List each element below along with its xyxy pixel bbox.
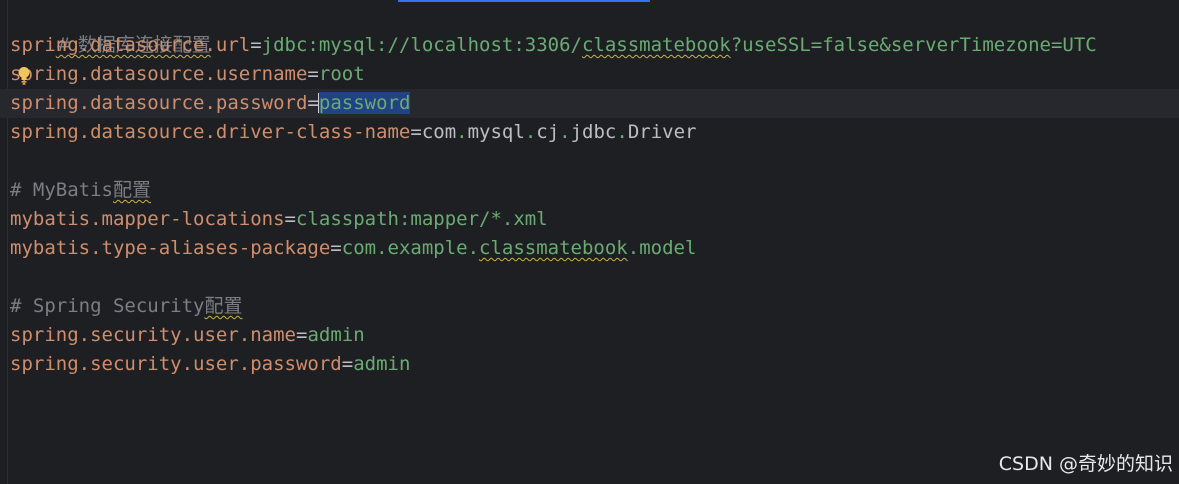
comment-text: # Spring Security <box>10 295 205 317</box>
code-line-7[interactable]: # MyBatis配置 <box>10 176 151 205</box>
equals-sign: = <box>250 34 262 56</box>
comment-cjk: 配置 <box>204 295 243 317</box>
value-segment: com <box>421 121 457 143</box>
code-line-4-current[interactable]: spring.datasource.password=password <box>0 89 1179 118</box>
watermark-text: CSDN @奇妙的知识 <box>998 453 1173 475</box>
value-dot: . <box>456 121 468 143</box>
property-key: spring.security.user.name <box>10 324 296 346</box>
value-segment: Driver <box>627 121 697 143</box>
value-segment: mysql <box>467 121 525 143</box>
equals-sign: = <box>330 237 342 259</box>
code-line-3[interactable]: spring.datasource.username=root <box>10 60 365 89</box>
comment-cjk: 配置 <box>112 179 151 201</box>
property-key: spring.datasource.driver-class-name <box>10 121 411 143</box>
code-line-11[interactable]: # Spring Security配置 <box>10 292 242 321</box>
code-line-12[interactable]: spring.security.user.name=admin <box>10 321 365 350</box>
property-value: admin <box>353 353 411 375</box>
property-value: admin <box>307 324 365 346</box>
code-line-1[interactable]: # 数据库连接配置 <box>10 2 211 56</box>
value-segment: jdbc <box>570 121 617 143</box>
value-segment: cj <box>536 121 560 143</box>
value-dot: . <box>524 121 537 143</box>
equals-sign: = <box>295 324 308 346</box>
selected-value[interactable]: password <box>318 92 411 114</box>
code-line-13[interactable]: spring.security.user.password=admin <box>10 350 410 379</box>
property-value: jdbc:mysql://localhost:3306/ <box>261 34 582 56</box>
equals-sign: = <box>410 121 422 143</box>
property-key: mybatis.type-aliases-package <box>10 237 331 259</box>
value-dot: . <box>559 121 571 143</box>
typo-word: classmatebook <box>581 34 731 56</box>
value-dot: . <box>616 121 628 143</box>
typo-word: classmatebook <box>479 237 628 259</box>
property-key: spring.datasource.username <box>10 63 308 85</box>
property-key: spring.security.user.password <box>10 353 342 375</box>
equals-sign: = <box>341 353 354 375</box>
property-value: .model <box>627 237 697 259</box>
comment-text: # MyBatis <box>10 179 113 201</box>
code-line-5[interactable]: spring.datasource.driver-class-name=com.… <box>10 118 696 147</box>
property-key: spring.datasource.url <box>10 34 251 56</box>
lightbulb-icon[interactable] <box>17 66 31 86</box>
property-value: ?useSSL=false&serverTimezone=UTC <box>730 34 1097 56</box>
property-value: classpath:mapper/*.xml <box>296 208 548 230</box>
gutter-divider <box>7 0 8 484</box>
property-value: com.example. <box>341 237 480 259</box>
code-editor[interactable]: # 数据库连接配置 spring.datasource.url=jdbc:mys… <box>0 0 1179 484</box>
code-line-2[interactable]: spring.datasource.url=jdbc:mysql://local… <box>10 31 1097 60</box>
property-key: spring.datasource.password <box>10 92 308 114</box>
equals-sign: = <box>307 63 319 85</box>
equals-sign: = <box>284 208 296 230</box>
tab-indicator <box>398 0 650 2</box>
code-line-8[interactable]: mybatis.mapper-locations=classpath:mappe… <box>10 205 548 234</box>
code-line-9[interactable]: mybatis.type-aliases-package=com.example… <box>10 234 696 263</box>
property-value: root <box>318 63 365 85</box>
property-key: mybatis.mapper-locations <box>10 208 285 230</box>
